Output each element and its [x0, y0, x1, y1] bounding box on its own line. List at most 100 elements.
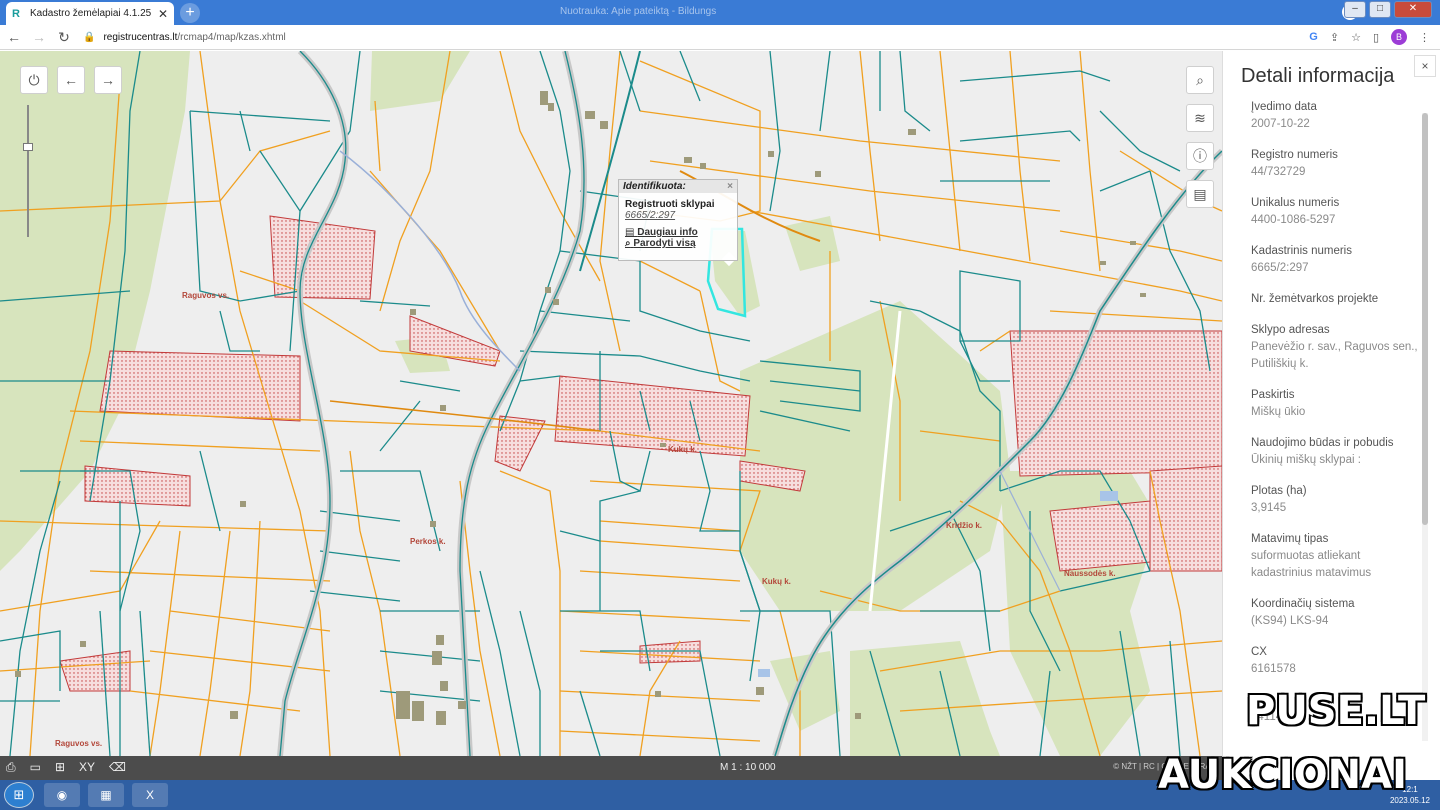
panel-title: Detali informacija	[1241, 65, 1395, 87]
print-icon[interactable]: ⎙	[6, 760, 16, 775]
kebab-menu-icon[interactable]: ⋮	[1419, 31, 1430, 44]
field-label: Unikalus numeris	[1251, 197, 1340, 209]
browser-toolbar: ← → ↻ 🔒 registrucentras.lt/rcmap4/map/kz…	[0, 25, 1440, 50]
back-arrow-icon[interactable]: ←	[3, 29, 25, 45]
more-info-label: Daugiau info	[637, 227, 698, 238]
identify-popup: Identifikuota: × Registruoti sklypai 666…	[618, 179, 738, 261]
field-value: 44/732729	[1251, 166, 1306, 178]
address-bar[interactable]: 🔒 registrucentras.lt/rcmap4/map/kzas.xht…	[83, 27, 1309, 47]
chrome-taskbar-icon[interactable]: ◉	[44, 783, 80, 807]
popup-header: Identifikuota: ×	[619, 180, 737, 193]
scrollbar-thumb[interactable]	[1422, 113, 1428, 525]
tab-close-icon[interactable]: ✕	[158, 7, 168, 21]
field-label: Registro numeris	[1251, 149, 1338, 161]
redo-arrow-icon[interactable]: →	[94, 66, 122, 94]
start-button[interactable]: ⊞	[4, 782, 34, 808]
field-label: Nr. žemėtvarkos projekte	[1251, 293, 1379, 305]
field-cadastral-number: Kadastrinis numeris 6665/2:297	[1251, 243, 1419, 277]
lock-icon: 🔒	[83, 31, 96, 43]
field-label: Plotas (ha)	[1251, 485, 1307, 497]
field-label: Naudojimo būdas ir pobudis	[1251, 437, 1394, 449]
document-icon: ▤	[625, 227, 635, 238]
field-registry-number: Registro numeris 44/732729	[1251, 147, 1419, 181]
place-label: Kukų k.	[762, 577, 791, 586]
field-label: Įvedimo data	[1251, 101, 1317, 113]
place-label: Perkos k.	[410, 537, 446, 546]
window-close-button[interactable]: ✕	[1394, 1, 1432, 18]
google-icon[interactable]: G	[1309, 31, 1318, 43]
browser-tab-bar: R Kadastro žemėlapiai 4.1.25 ✕ + Nuotrau…	[0, 0, 1440, 25]
popup-close-icon[interactable]: ×	[727, 181, 733, 192]
field-measurement-type: Matavimų tipas suformuotas atliekant kad…	[1251, 531, 1419, 582]
forward-arrow-icon[interactable]: →	[28, 29, 50, 45]
field-value: 6161578	[1251, 663, 1296, 675]
place-label: Raguvos vs.	[55, 739, 103, 748]
field-value: Ūkinių miškų sklypai :	[1251, 454, 1361, 466]
detail-field-list: Įvedimo data 2007-10-22 Registro numeris…	[1251, 99, 1419, 740]
browser-tab[interactable]: R Kadastro žemėlapiai 4.1.25 ✕	[6, 2, 174, 25]
window-controls: – □ ✕	[1344, 1, 1432, 18]
place-label: Naussodės k.	[1064, 569, 1116, 578]
eraser-icon[interactable]: ⌫	[109, 760, 126, 775]
field-value: 4400-1086-5297	[1251, 214, 1336, 226]
field-value: suformuotas atliekant kadastrinius matav…	[1251, 550, 1372, 579]
show-all-link[interactable]: ⌕ Parodyti visą	[619, 238, 737, 249]
place-label: Kukų k.	[668, 445, 697, 454]
field-value: 6665/2:297	[1251, 262, 1309, 274]
watermark-line-1: PUSE.LT	[1246, 688, 1426, 734]
field-label: Paskirtis	[1251, 389, 1295, 401]
profile-avatar[interactable]: B	[1391, 29, 1407, 45]
popup-layer-name: Registruoti sklypai	[625, 199, 715, 210]
field-cx: CX 6161578	[1251, 644, 1419, 678]
map-status-bar: ⎙ ▭ ⊞ XY ⌫ M 1 : 10 000 © NŽT | RC | GIS…	[0, 756, 1222, 780]
maximize-button[interactable]: □	[1369, 1, 1391, 18]
site-favicon-icon: R	[12, 7, 20, 20]
document-icon[interactable]: ▤	[1186, 180, 1214, 208]
zoom-track	[27, 105, 29, 237]
field-value: 3,9145	[1251, 502, 1287, 514]
info-icon[interactable]: ⓘ	[1186, 142, 1214, 170]
field-usage: Naudojimo būdas ir pobudis Ūkinių miškų …	[1251, 435, 1419, 469]
layers-icon[interactable]: ≋	[1186, 104, 1214, 132]
panel-scrollbar[interactable]	[1422, 113, 1428, 741]
ruler-icon[interactable]: ▭	[30, 760, 41, 775]
popup-parcel-id[interactable]: 6665/2:297	[619, 210, 737, 221]
cadastral-map[interactable]: ⏻ ← → ⌕ ≋ ⓘ ▤ Raguvos vs. Kukų k. Kukų k…	[0, 51, 1222, 756]
field-value: Miškų ūkio	[1251, 406, 1306, 418]
bookmark-star-icon[interactable]: ☆	[1351, 31, 1361, 44]
search-icon[interactable]: ⌕	[1186, 66, 1214, 94]
url-host: registrucentras.lt	[103, 31, 178, 43]
undo-arrow-icon[interactable]: ←	[57, 66, 85, 94]
url-path: /rcmap4/map/kzas.xhtml	[177, 31, 286, 43]
file-explorer-taskbar-icon[interactable]: ▦	[88, 783, 124, 807]
field-project-number: Nr. žemėtvarkos projekte	[1251, 291, 1419, 308]
coordinates-xy-icon[interactable]: XY	[79, 760, 95, 775]
more-info-link[interactable]: ▤ Daugiau info	[619, 227, 737, 238]
field-label: Koordinačių sistema	[1251, 598, 1355, 610]
detail-panel: Detali informacija × Įvedimo data 2007-1…	[1222, 51, 1440, 756]
magnifier-icon: ⌕	[625, 238, 631, 249]
place-label: Kridžio k.	[946, 521, 983, 530]
place-label: Raguvos vs.	[182, 291, 230, 300]
field-value: 2007-10-22	[1251, 118, 1310, 130]
field-address: Sklypo adresas Panevėžio r. sav., Raguvo…	[1251, 322, 1419, 373]
watermark-line-2: AUKCIONAI	[1158, 752, 1407, 798]
reload-icon[interactable]: ↻	[53, 29, 75, 46]
new-tab-button[interactable]: +	[180, 3, 200, 23]
minimize-button[interactable]: –	[1344, 1, 1366, 18]
power-icon[interactable]: ⏻	[20, 66, 48, 94]
panel-close-button[interactable]: ×	[1414, 55, 1436, 77]
sidebar-icon[interactable]: ▯	[1373, 31, 1379, 44]
window-title: Nuotrauka: Apie pateiktą - Bildungs	[560, 6, 717, 17]
field-entry-date: Įvedimo data 2007-10-22	[1251, 99, 1419, 133]
map-canvas	[0, 51, 1222, 756]
zoom-handle[interactable]	[23, 143, 33, 151]
field-label: CX	[1251, 646, 1267, 658]
zoom-slider[interactable]	[22, 105, 34, 237]
field-area: Plotas (ha) 3,9145	[1251, 483, 1419, 517]
tab-title: Kadastro žemėlapiai 4.1.25	[30, 8, 152, 19]
add-document-icon[interactable]: ⊞	[55, 760, 65, 775]
excel-taskbar-icon[interactable]: X	[132, 783, 168, 807]
map-bottom-tools: ⎙ ▭ ⊞ XY ⌫	[6, 760, 126, 775]
share-icon[interactable]: ⇪	[1330, 31, 1339, 44]
